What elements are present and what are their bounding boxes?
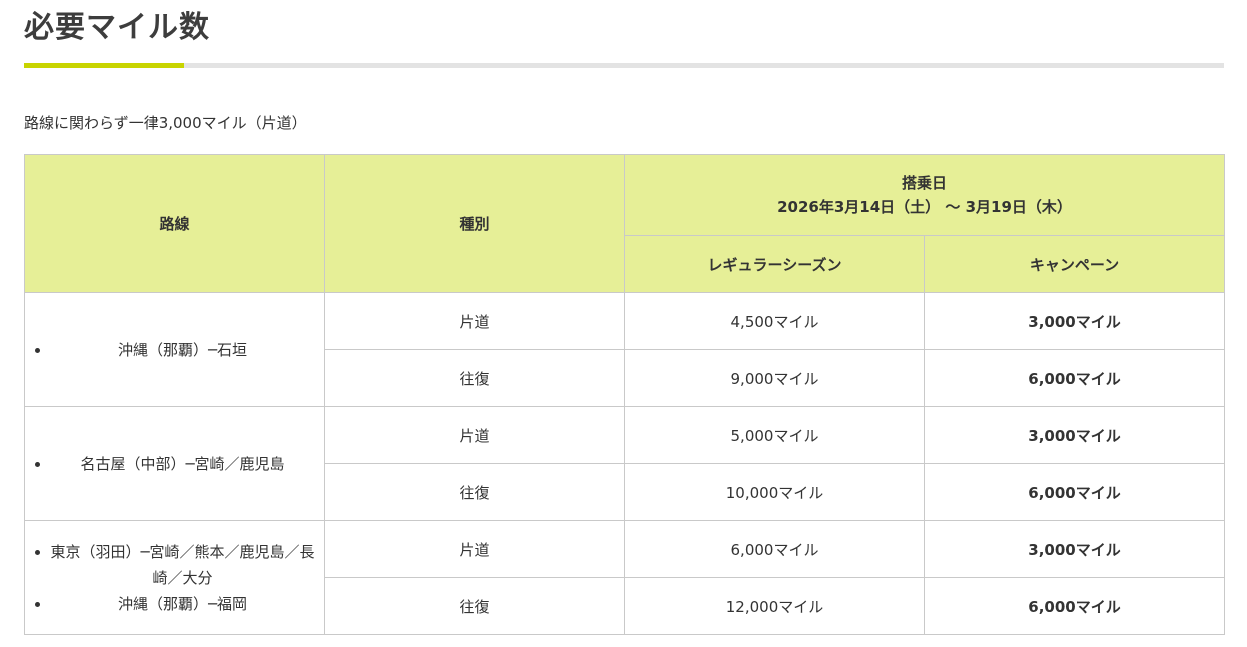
header-boarding-date-label: 搭乗日 (902, 174, 948, 192)
regular-miles-cell: 9,000マイル (624, 349, 925, 407)
route-list: 東京（羽田）─宮崎／熊本／鹿児島／長崎／大分 沖縄（那覇）─福岡 (33, 539, 316, 617)
campaign-miles-cell: 6,000マイル (923, 463, 1226, 521)
regular-miles-cell: 4,500マイル (624, 292, 925, 350)
regular-miles-cell: 12,000マイル (624, 577, 925, 635)
table-row: 東京（羽田）─宮崎／熊本／鹿児島／長崎／大分 沖縄（那覇）─福岡 片道 6,00… (24, 520, 1226, 635)
type-cell: 片道 (324, 406, 625, 464)
page-title: 必要マイル数 (24, 10, 210, 45)
header-campaign: キャンペーン (923, 235, 1226, 293)
type-cell: 片道 (324, 520, 625, 578)
route-cell: 沖縄（那覇）─石垣 (24, 292, 325, 407)
route-item: 沖縄（那覇）─石垣 (33, 337, 316, 363)
table-row: 名古屋（中部）─宮崎／鹿児島 片道 5,000マイル 3,000マイル (24, 406, 1226, 521)
lead-text: 路線に関わらず一律3,000マイル（片道） (24, 114, 307, 132)
header-type: 種別 (324, 154, 625, 293)
header-boarding-date: 搭乗日 2026年3月14日（土） ～ 3月19日（木） (623, 154, 1226, 236)
route-item: 沖縄（那覇）─福岡 (33, 591, 316, 617)
type-cell: 片道 (324, 292, 625, 350)
regular-miles-cell: 10,000マイル (624, 463, 925, 521)
regular-miles-cell: 5,000マイル (624, 406, 925, 464)
route-cell: 名古屋（中部）─宮崎／鹿児島 (24, 406, 325, 521)
type-cell: 往復 (324, 463, 625, 521)
page: 必要マイル数 路線に関わらず一律3,000マイル（片道） 路線 種別 搭乗日 2… (0, 0, 1247, 647)
campaign-miles-cell: 3,000マイル (923, 520, 1226, 578)
header-regular-season: レギュラーシーズン (624, 235, 925, 293)
title-underline-accent (24, 63, 184, 68)
campaign-miles-cell: 6,000マイル (923, 349, 1226, 407)
route-cell: 東京（羽田）─宮崎／熊本／鹿児島／長崎／大分 沖縄（那覇）─福岡 (24, 520, 325, 635)
title-underline (24, 63, 1224, 68)
campaign-miles-cell: 3,000マイル (923, 292, 1226, 350)
route-list: 沖縄（那覇）─石垣 (33, 337, 316, 363)
route-list: 名古屋（中部）─宮崎／鹿児島 (33, 451, 316, 477)
route-item: 東京（羽田）─宮崎／熊本／鹿児島／長崎／大分 (33, 539, 316, 591)
campaign-miles-cell: 3,000マイル (923, 406, 1226, 464)
campaign-miles-cell: 6,000マイル (923, 577, 1226, 635)
route-item: 名古屋（中部）─宮崎／鹿児島 (33, 451, 316, 477)
type-cell: 往復 (324, 577, 625, 635)
header-boarding-date-range: 2026年3月14日（土） ～ 3月19日（木） (777, 198, 1072, 216)
required-miles-table: 路線 種別 搭乗日 2026年3月14日（土） ～ 3月19日（木） レギュラー… (24, 154, 1226, 635)
table-row: 沖縄（那覇）─石垣 片道 4,500マイル 3,000マイル (24, 292, 1226, 407)
regular-miles-cell: 6,000マイル (624, 520, 925, 578)
type-cell: 往復 (324, 349, 625, 407)
header-route: 路線 (24, 154, 325, 293)
